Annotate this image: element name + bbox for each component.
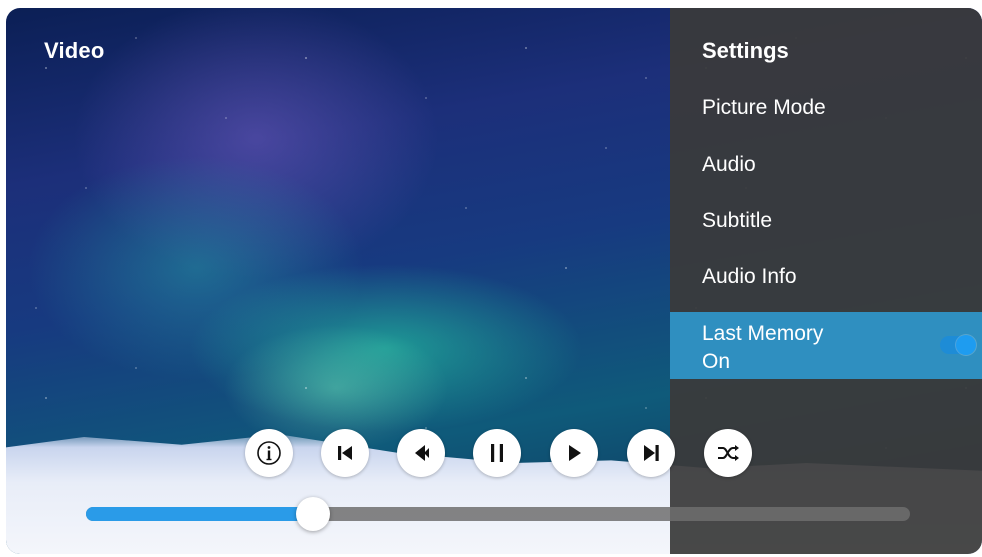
settings-title: Settings: [702, 38, 789, 63]
play-icon: [569, 445, 581, 461]
progress-thumb[interactable]: [295, 497, 330, 531]
pause-icon: [491, 444, 503, 462]
menu-item-subtitle[interactable]: Subtitle: [670, 209, 982, 233]
progress-bar[interactable]: [86, 497, 910, 531]
skip-previous-icon: [338, 446, 352, 460]
video-player: Video Settings Picture Mode Audio Subtit…: [6, 8, 982, 554]
rewind-icon: [415, 445, 429, 461]
progress-fill: [86, 507, 313, 521]
toggle-knob: [956, 335, 976, 355]
shuffle-icon: [718, 445, 739, 461]
video-title: Video: [44, 38, 105, 63]
menu-item-picture-mode[interactable]: Picture Mode: [670, 96, 982, 120]
menu-item-audio[interactable]: Audio: [670, 153, 982, 177]
last-memory-value: On: [702, 350, 731, 373]
pause-button[interactable]: [473, 429, 521, 477]
rewind-button[interactable]: [397, 429, 445, 477]
last-memory-toggle[interactable]: [940, 335, 976, 355]
play-button[interactable]: [550, 429, 598, 477]
shuffle-button[interactable]: [704, 429, 752, 477]
info-button[interactable]: [245, 429, 293, 477]
skip-previous-button[interactable]: [321, 429, 369, 477]
menu-item-last-memory[interactable]: Last Memory On: [670, 312, 982, 379]
skip-next-icon: [644, 445, 659, 461]
skip-next-button[interactable]: [627, 429, 675, 477]
info-icon: [257, 441, 281, 465]
menu-item-audio-info[interactable]: Audio Info: [670, 265, 982, 289]
